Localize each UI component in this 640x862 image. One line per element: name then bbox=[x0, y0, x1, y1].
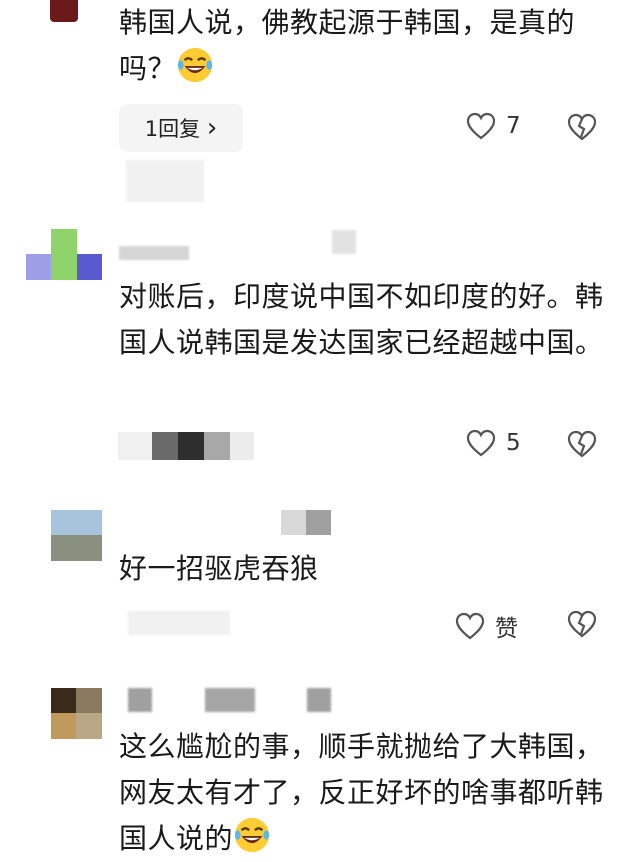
like-count: 7 bbox=[506, 113, 521, 139]
heart-icon bbox=[466, 112, 496, 140]
comment-text: 好一招驱虎吞狼 bbox=[119, 552, 319, 585]
heart-icon bbox=[455, 612, 485, 640]
broken-heart-icon[interactable] bbox=[567, 609, 597, 639]
username-redacted bbox=[128, 688, 152, 712]
avatar[interactable] bbox=[26, 229, 102, 280]
badge-redacted bbox=[307, 688, 331, 712]
laughing-tears-emoji-icon bbox=[234, 817, 270, 853]
like-button[interactable]: 赞 bbox=[455, 609, 518, 643]
redacted-area bbox=[128, 611, 230, 635]
badge-redacted bbox=[281, 510, 331, 535]
comment-text: 韩国人说，佛教起源于韩国，是真的吗？ bbox=[119, 6, 576, 85]
like-button[interactable]: 5 bbox=[466, 429, 521, 457]
comment-text: 这么尴尬的事，顺手就抛给了大韩国，网友太有才了，反正好坏的啥事都听韩国人说的 bbox=[119, 730, 604, 855]
redacted-area bbox=[126, 160, 204, 202]
comment-text: 对账后，印度说中国不如印度的好。韩国人说韩国是发达国家已经超越中国。 bbox=[119, 280, 604, 359]
avatar[interactable] bbox=[51, 510, 102, 561]
username-redacted bbox=[205, 688, 255, 712]
chevron-right-icon: › bbox=[206, 113, 218, 143]
redacted-area bbox=[118, 432, 254, 460]
laughing-tears-emoji-icon bbox=[177, 47, 213, 83]
like-button[interactable]: 7 bbox=[466, 112, 521, 140]
broken-heart-icon[interactable] bbox=[567, 429, 597, 459]
avatar[interactable] bbox=[51, 688, 102, 739]
avatar[interactable] bbox=[50, 0, 78, 22]
broken-heart-icon[interactable] bbox=[567, 112, 597, 142]
username-redacted bbox=[119, 246, 189, 260]
like-count: 5 bbox=[506, 430, 521, 456]
view-replies-button[interactable]: 1回复 › bbox=[119, 104, 243, 152]
badge-redacted bbox=[332, 230, 356, 254]
heart-icon bbox=[466, 429, 496, 457]
like-label: 赞 bbox=[495, 616, 518, 642]
